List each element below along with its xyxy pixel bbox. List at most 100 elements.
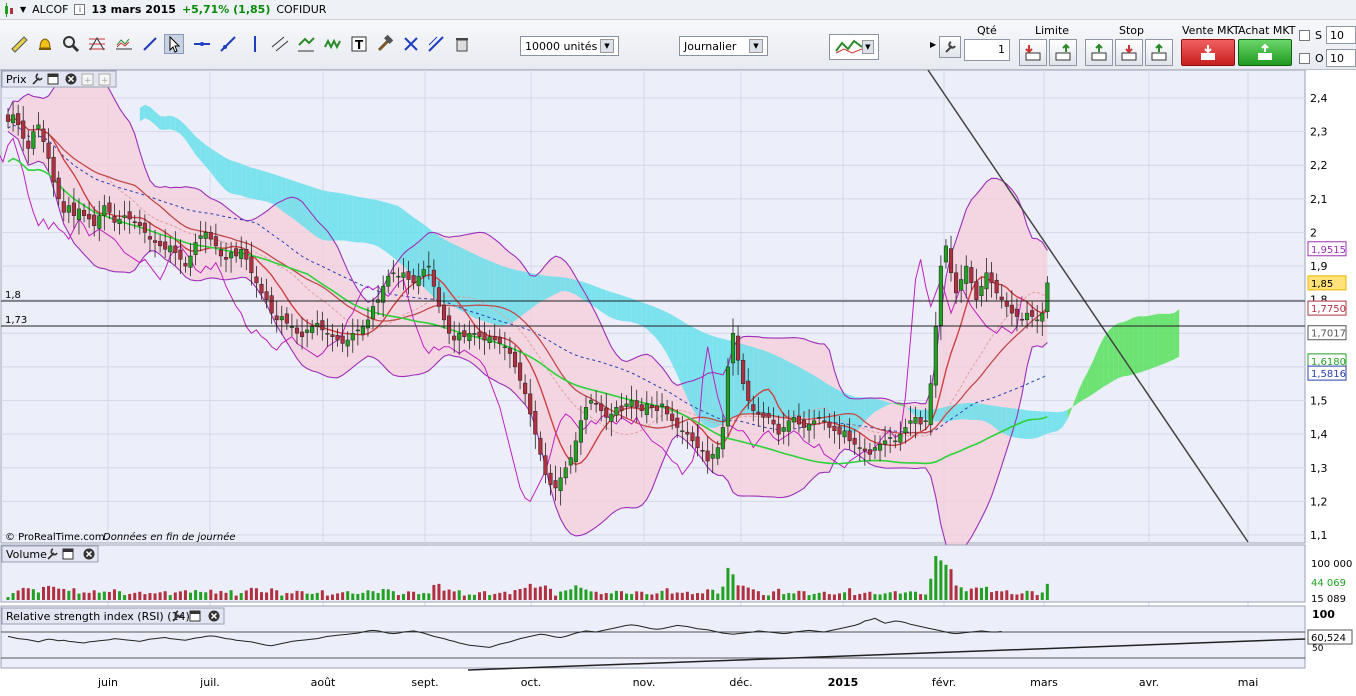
volume-bar — [209, 589, 213, 600]
hline-icon[interactable] — [192, 34, 212, 54]
volume-bar — [275, 590, 279, 600]
volume-bar — [1015, 594, 1019, 600]
volume-bar — [472, 594, 476, 600]
cursor-icon[interactable] — [164, 34, 184, 54]
fan-icon[interactable] — [114, 34, 134, 54]
volume-bar — [457, 590, 461, 600]
text-icon[interactable]: T — [349, 34, 369, 54]
cloud-segment — [651, 305, 657, 340]
ray-icon[interactable] — [426, 34, 446, 54]
cloud-segment — [981, 403, 987, 422]
volume-bar — [670, 593, 674, 600]
stop-limit-button[interactable] — [1145, 39, 1173, 66]
close-icon[interactable] — [65, 73, 77, 85]
vline-icon[interactable] — [245, 34, 265, 54]
units-select[interactable]: 10000 unités ▼ — [520, 36, 619, 56]
rsi-panel-title: Relative strength index (RSI) (14) — [6, 610, 190, 623]
candle-body — [675, 417, 680, 428]
volume-bar — [112, 589, 116, 600]
cloud-segment — [337, 192, 343, 241]
o-checkbox[interactable] — [1299, 53, 1310, 64]
dropdown-arrow-icon[interactable]: ▼ — [20, 5, 26, 14]
candle-body — [700, 450, 705, 452]
limit-buy-button[interactable] — [1049, 39, 1077, 66]
candle-body — [462, 330, 467, 337]
maximize-icon[interactable] — [47, 73, 59, 85]
cloud-segment — [580, 281, 586, 302]
cross-icon[interactable] — [401, 34, 421, 54]
move-down-icon[interactable]: + — [98, 73, 111, 86]
s-input[interactable]: 10 — [1326, 26, 1356, 44]
candle-body — [76, 208, 82, 220]
line-icon[interactable] — [140, 34, 160, 54]
stop-buy-button[interactable] — [1085, 39, 1113, 66]
candle-body — [168, 245, 173, 253]
price-tick-label: 1,1 — [1310, 529, 1328, 542]
ruler-icon[interactable] — [9, 34, 29, 54]
limit-sell-button[interactable] — [1019, 39, 1047, 66]
candle-body — [867, 449, 872, 455]
ticker-symbol[interactable]: ALCOF — [32, 3, 68, 16]
info-icon[interactable]: i — [74, 4, 86, 15]
chart-area[interactable]: 1,8 1,73 2,42,32,22,121,91,81,71,61,51,4… — [0, 69, 1356, 693]
candle-body — [791, 417, 796, 423]
cloud-segment — [814, 375, 820, 419]
o-input[interactable]: 10 — [1326, 49, 1356, 67]
volume-bar — [401, 593, 405, 600]
maximize-icon[interactable] — [62, 548, 74, 560]
price-tick-label: 1,5 — [1310, 395, 1328, 408]
volume-bar — [330, 594, 334, 600]
pitchfork-icon[interactable] — [296, 34, 316, 54]
price-tick-label: 1,4 — [1310, 428, 1328, 441]
volume-bar — [1035, 595, 1039, 600]
quantity-input[interactable]: 1 — [964, 39, 1010, 61]
trendline-icon[interactable] — [218, 34, 238, 54]
cloud-segment — [956, 403, 962, 420]
cloud-segment — [296, 182, 303, 226]
wave-icon[interactable] — [323, 34, 343, 54]
sell-market-button[interactable] — [1181, 39, 1235, 66]
trash-icon[interactable] — [452, 34, 472, 54]
candle-body — [796, 415, 801, 425]
close-icon[interactable] — [83, 548, 95, 560]
cloud-segment — [768, 352, 774, 418]
hammer-icon[interactable] — [375, 34, 395, 54]
candle-body — [158, 240, 163, 247]
svg-text:+: + — [101, 76, 109, 86]
volume-bar — [407, 591, 411, 600]
close-icon[interactable] — [208, 610, 220, 622]
volume-bar — [660, 590, 664, 600]
cloud-segment — [1103, 331, 1109, 388]
alarm-icon[interactable] — [35, 34, 55, 54]
chart-type-select[interactable]: ▼ — [829, 34, 879, 60]
s-checkbox[interactable] — [1299, 30, 1310, 41]
candle-body — [594, 402, 599, 405]
move-up-icon[interactable]: + — [81, 73, 94, 86]
period-select[interactable]: Journalier ▼ — [679, 36, 768, 56]
volume-bar — [52, 586, 56, 600]
volume-bar — [72, 588, 76, 600]
volume-bar — [711, 589, 715, 600]
volume-bar — [325, 595, 329, 600]
channel-icon[interactable] — [270, 34, 290, 54]
buy-market-button[interactable] — [1238, 39, 1292, 66]
volume-bar — [939, 560, 943, 600]
collapse-arrow-icon[interactable]: ▶ — [930, 40, 936, 49]
maximize-icon[interactable] — [189, 610, 201, 622]
cloud-segment — [220, 154, 227, 191]
volume-bar — [270, 588, 274, 600]
candle-body — [426, 265, 431, 268]
volume-bar — [878, 594, 882, 600]
cloud-segment — [1113, 323, 1119, 381]
candle-body — [1019, 318, 1025, 321]
stop-sell-button[interactable] — [1115, 39, 1143, 66]
candle-body — [872, 447, 878, 451]
wrench-icon[interactable] — [939, 36, 961, 58]
cloud-segment — [1138, 316, 1144, 373]
cloud-segment — [692, 326, 698, 417]
volume-bar — [128, 593, 132, 600]
cloud-segment — [312, 186, 318, 238]
fib-icon[interactable] — [87, 34, 107, 54]
zoom-icon[interactable] — [61, 34, 81, 54]
candle-body — [817, 417, 822, 419]
